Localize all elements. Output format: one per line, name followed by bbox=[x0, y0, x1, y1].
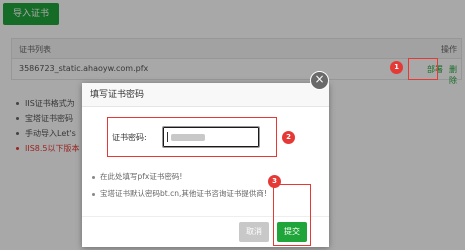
list-item: 在此处填写pfx证书密码! bbox=[92, 168, 267, 185]
submit-button[interactable]: 提交 bbox=[277, 222, 307, 242]
bullet-icon bbox=[92, 192, 95, 196]
dialog-title: 填写证书密码 bbox=[82, 83, 329, 107]
bullet-icon bbox=[92, 175, 95, 179]
close-icon[interactable]: × bbox=[310, 71, 329, 90]
step-badge-3: 3 bbox=[268, 175, 281, 188]
redacted-value bbox=[171, 134, 205, 141]
password-label: 证书密码: bbox=[112, 133, 147, 142]
text-caret bbox=[167, 132, 168, 142]
password-input[interactable] bbox=[162, 126, 260, 148]
step-badge-2: 2 bbox=[282, 131, 295, 144]
cancel-button[interactable]: 取消 bbox=[239, 222, 269, 242]
step-badge-1: 1 bbox=[390, 61, 403, 74]
dialog-tips: 在此处填写pfx证书密码! 宝塔证书默认密码bt.cn,其他证书咨询证书提供商! bbox=[92, 168, 267, 202]
highlight-frame-deploy bbox=[408, 58, 438, 80]
list-item: 宝塔证书默认密码bt.cn,其他证书咨询证书提供商! bbox=[92, 185, 267, 202]
